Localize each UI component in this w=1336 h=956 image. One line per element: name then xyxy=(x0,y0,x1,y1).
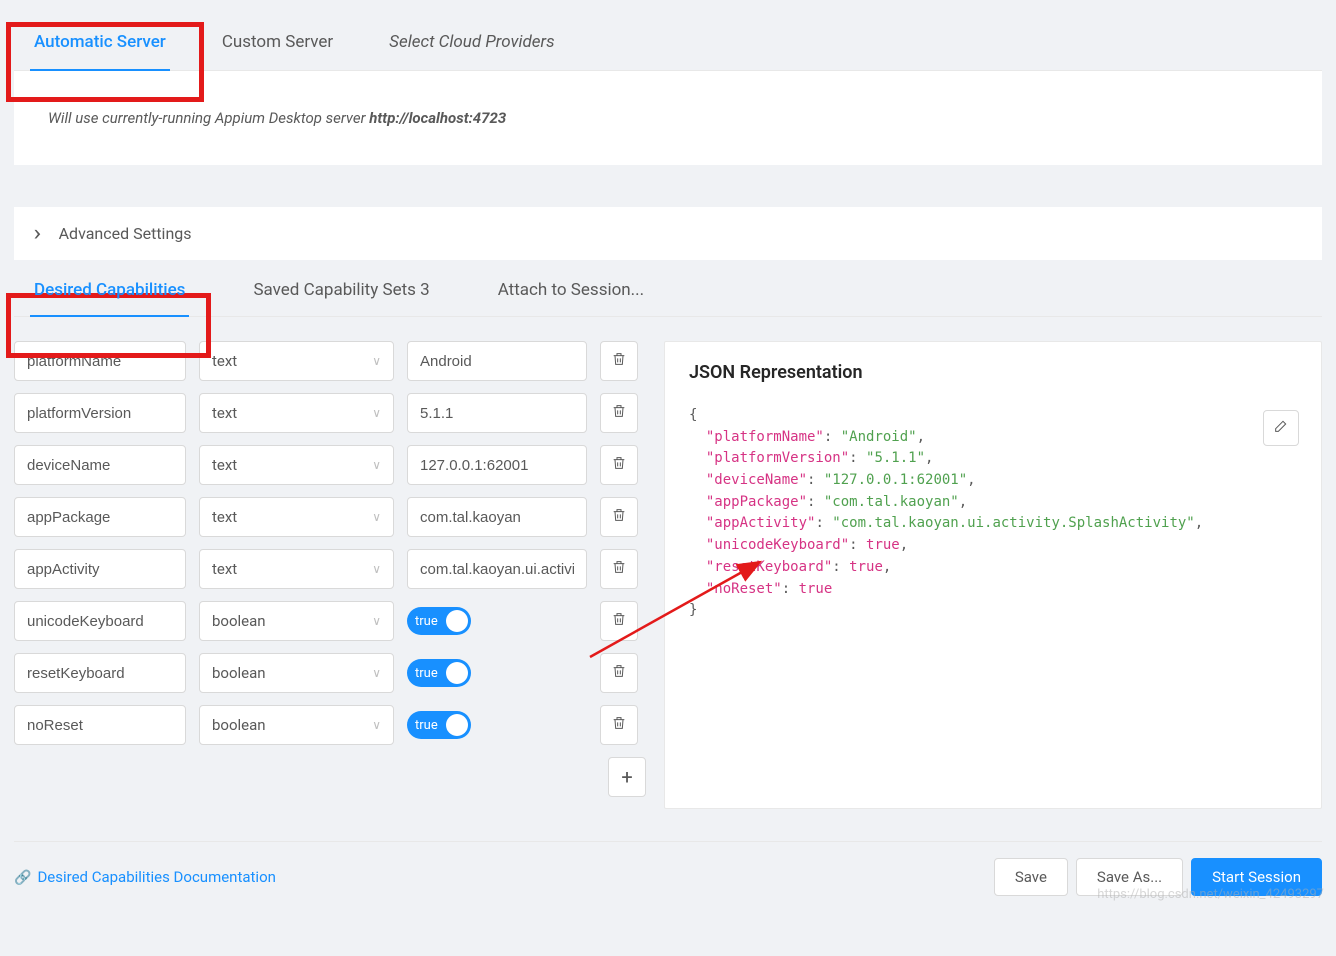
capability-name-input[interactable] xyxy=(14,445,186,485)
tab-saved-sets[interactable]: Saved Capability Sets 3 xyxy=(249,264,433,316)
save-button[interactable]: Save xyxy=(994,858,1068,896)
delete-row-button[interactable] xyxy=(600,393,638,433)
delete-row-button[interactable] xyxy=(600,653,638,693)
trash-icon xyxy=(611,351,627,371)
json-representation-panel: JSON Representation { "platformName": "A… xyxy=(664,341,1322,809)
delete-row-button[interactable] xyxy=(600,341,638,381)
capability-type-select[interactable]: text∨ xyxy=(199,549,394,589)
chevron-down-icon: ∨ xyxy=(372,666,381,680)
capability-row: text∨ xyxy=(14,341,646,381)
server-info-panel: Will use currently-running Appium Deskto… xyxy=(14,71,1322,165)
advanced-settings-label: Advanced Settings xyxy=(59,224,192,243)
chevron-down-icon: ∨ xyxy=(372,458,381,472)
capability-value-input[interactable] xyxy=(407,445,587,485)
delete-row-button[interactable] xyxy=(600,601,638,641)
add-row-button[interactable] xyxy=(608,757,646,797)
capability-name-input[interactable] xyxy=(14,653,186,693)
chevron-down-icon: ∨ xyxy=(372,614,381,628)
capability-type-select[interactable]: text∨ xyxy=(199,445,394,485)
capability-row: text∨ xyxy=(14,445,646,485)
capability-row: text∨ xyxy=(14,393,646,433)
chevron-down-icon: ∨ xyxy=(372,562,381,576)
chevron-down-icon: ∨ xyxy=(372,718,381,732)
delete-row-button[interactable] xyxy=(600,445,638,485)
server-tabs: Automatic Server Custom Server Select Cl… xyxy=(14,14,1322,71)
capability-row: boolean∨ true xyxy=(14,705,646,745)
json-title: JSON Representation xyxy=(689,362,1297,383)
footer: Desired Capabilities Documentation Save … xyxy=(14,841,1322,896)
json-body: { "platformName": "Android", "platformVe… xyxy=(689,405,1297,622)
capability-value-input[interactable] xyxy=(407,549,587,589)
trash-icon xyxy=(611,507,627,527)
capability-form: text∨ text∨ text∨ text∨ xyxy=(14,341,646,809)
tab-custom-server[interactable]: Custom Server xyxy=(218,14,337,70)
documentation-link[interactable]: Desired Capabilities Documentation xyxy=(14,868,276,886)
trash-icon xyxy=(611,715,627,735)
capability-name-input[interactable] xyxy=(14,393,186,433)
capability-value-toggle[interactable]: true xyxy=(407,607,471,635)
capability-name-input[interactable] xyxy=(14,549,186,589)
server-info-text: Will use currently-running Appium Deskto… xyxy=(48,109,369,127)
capability-name-input[interactable] xyxy=(14,705,186,745)
chevron-right-icon xyxy=(34,221,41,246)
capability-value-input[interactable] xyxy=(407,497,587,537)
server-host: http://localhost:4723 xyxy=(369,109,506,127)
pencil-icon xyxy=(1273,418,1289,438)
tab-attach-session[interactable]: Attach to Session... xyxy=(494,264,648,316)
capability-tabs: Desired Capabilities Saved Capability Se… xyxy=(14,264,1322,317)
plus-icon xyxy=(621,765,632,789)
tab-cloud-providers[interactable]: Select Cloud Providers xyxy=(385,14,558,70)
capability-value-input[interactable] xyxy=(407,341,587,381)
tab-desired-capabilities[interactable]: Desired Capabilities xyxy=(30,264,189,316)
capability-value-toggle[interactable]: true xyxy=(407,711,471,739)
save-as-button[interactable]: Save As... xyxy=(1076,858,1183,896)
chevron-down-icon: ∨ xyxy=(372,354,381,368)
tab-automatic-server[interactable]: Automatic Server xyxy=(30,14,170,70)
trash-icon xyxy=(611,663,627,683)
delete-row-button[interactable] xyxy=(600,497,638,537)
capability-row: boolean∨ true xyxy=(14,601,646,641)
capability-type-select[interactable]: boolean∨ xyxy=(199,601,394,641)
trash-icon xyxy=(611,455,627,475)
capability-type-select[interactable]: text∨ xyxy=(199,393,394,433)
trash-icon xyxy=(611,559,627,579)
capability-name-input[interactable] xyxy=(14,341,186,381)
trash-icon xyxy=(611,403,627,423)
capability-value-toggle[interactable]: true xyxy=(407,659,471,687)
link-icon xyxy=(14,868,31,886)
capability-type-select[interactable]: boolean∨ xyxy=(199,705,394,745)
capability-type-select[interactable]: text∨ xyxy=(199,341,394,381)
capability-row: text∨ xyxy=(14,497,646,537)
capability-name-input[interactable] xyxy=(14,497,186,537)
chevron-down-icon: ∨ xyxy=(372,510,381,524)
start-session-button[interactable]: Start Session xyxy=(1191,858,1322,896)
chevron-down-icon: ∨ xyxy=(372,406,381,420)
capability-name-input[interactable] xyxy=(14,601,186,641)
advanced-settings-toggle[interactable]: Advanced Settings xyxy=(14,207,1322,260)
capability-row: text∨ xyxy=(14,549,646,589)
capability-row: boolean∨ true xyxy=(14,653,646,693)
edit-json-button[interactable] xyxy=(1263,410,1299,446)
capability-type-select[interactable]: text∨ xyxy=(199,497,394,537)
trash-icon xyxy=(611,611,627,631)
capability-value-input[interactable] xyxy=(407,393,587,433)
delete-row-button[interactable] xyxy=(600,705,638,745)
delete-row-button[interactable] xyxy=(600,549,638,589)
capability-type-select[interactable]: boolean∨ xyxy=(199,653,394,693)
